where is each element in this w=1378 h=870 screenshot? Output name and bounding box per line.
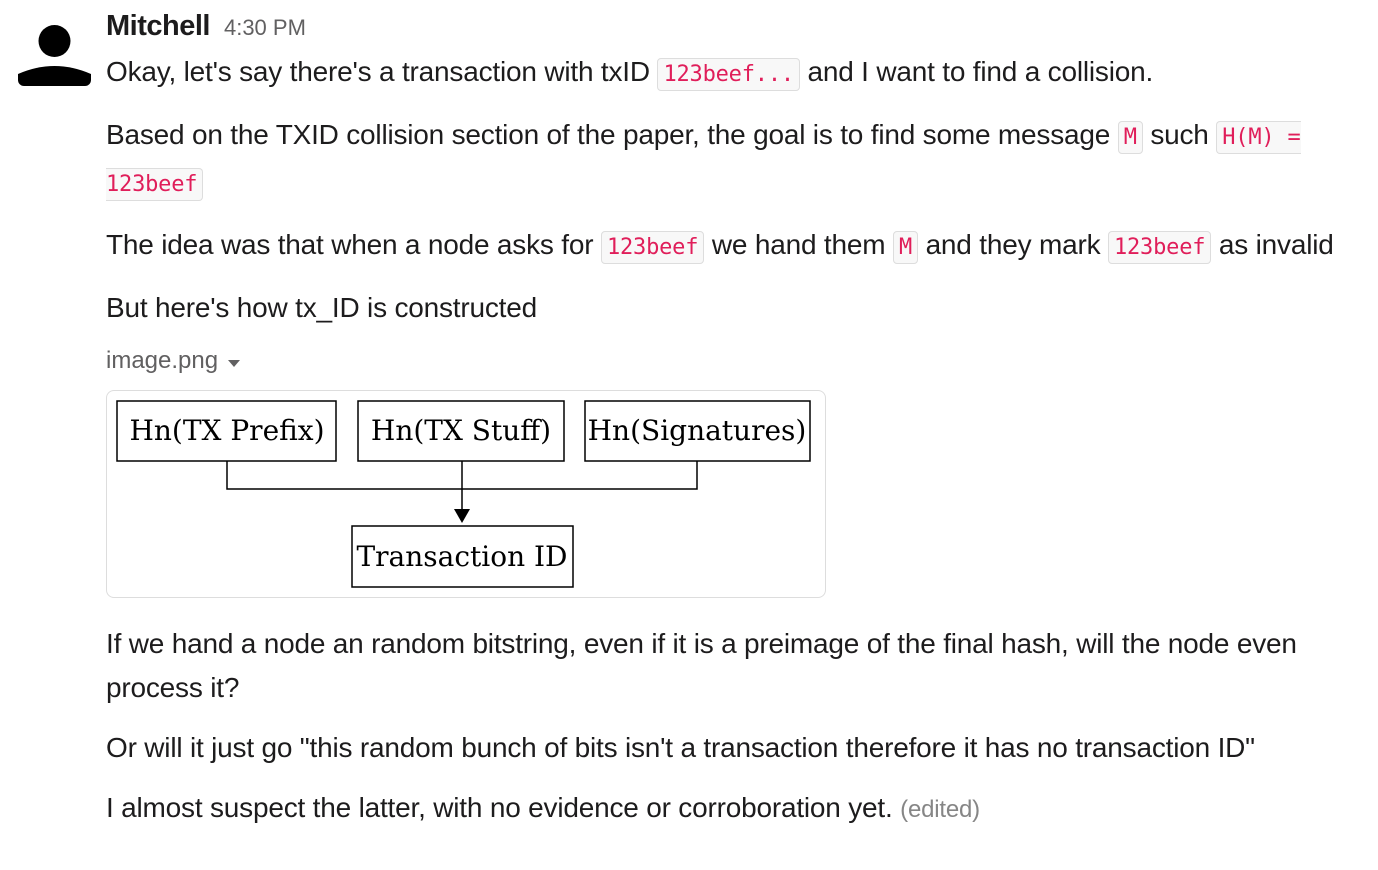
inline-code: M [892, 231, 918, 264]
text: and they mark [917, 229, 1108, 260]
text: The idea was that when a node asks for [106, 229, 601, 260]
message-paragraph: The idea was that when a node asks for 1… [106, 223, 1368, 270]
message-paragraph: Based on the TXID collision section of t… [106, 113, 1368, 207]
inline-code: 123beef [600, 231, 705, 264]
caret-down-icon[interactable] [228, 359, 241, 367]
message-paragraph: Or will it just go "this random bunch of… [106, 732, 1255, 763]
attachment-header[interactable]: image.png [106, 344, 1368, 378]
attachment-image[interactable]: Hn(TX Prefix) Hn(TX Stuff) Hn(Signatures… [106, 390, 826, 598]
sender-name[interactable]: Mitchell [106, 10, 210, 43]
message-header: Mitchell 4:30 PM [106, 10, 1368, 50]
avatar[interactable] [18, 14, 91, 86]
text: and I want to find a collision. [799, 56, 1154, 87]
text: Okay, let's say there's a transaction wi… [106, 56, 658, 87]
attachment-filename[interactable]: image.png [106, 347, 218, 375]
inline-code: 123beef... [657, 58, 800, 91]
inline-code: M [1117, 121, 1143, 154]
text: Based on the TXID collision section of t… [106, 119, 1118, 150]
edited-label: (edited) [900, 796, 980, 823]
diagram-label-transaction-id: Transaction ID [356, 540, 567, 573]
text: as invalid [1211, 229, 1334, 260]
message: Mitchell 4:30 PM Okay, let's say there's… [106, 10, 1368, 832]
txid-diagram: Hn(TX Prefix) Hn(TX Stuff) Hn(Signatures… [116, 400, 811, 588]
message-paragraph: I almost suspect the latter, with no evi… [106, 786, 1368, 832]
message-paragraph: Okay, let's say there's a transaction wi… [106, 50, 1368, 97]
message-paragraph: If we hand a node an random bitstring, e… [106, 628, 1297, 703]
text: we hand them [704, 229, 893, 260]
inline-code: 123beef [1107, 231, 1212, 264]
diagram-arrow-head [454, 509, 470, 523]
text: such [1142, 119, 1217, 150]
timestamp[interactable]: 4:30 PM [224, 15, 306, 41]
diagram-label-signatures: Hn(Signatures) [588, 414, 807, 447]
diagram-label-tx-stuff: Hn(TX Stuff) [371, 414, 551, 447]
user-silhouette-icon [18, 14, 91, 86]
text: I almost suspect the latter, with no evi… [106, 792, 893, 823]
diagram-label-tx-prefix: Hn(TX Prefix) [129, 414, 324, 447]
message-paragraph: But here's how tx_ID is constructed [106, 292, 537, 323]
